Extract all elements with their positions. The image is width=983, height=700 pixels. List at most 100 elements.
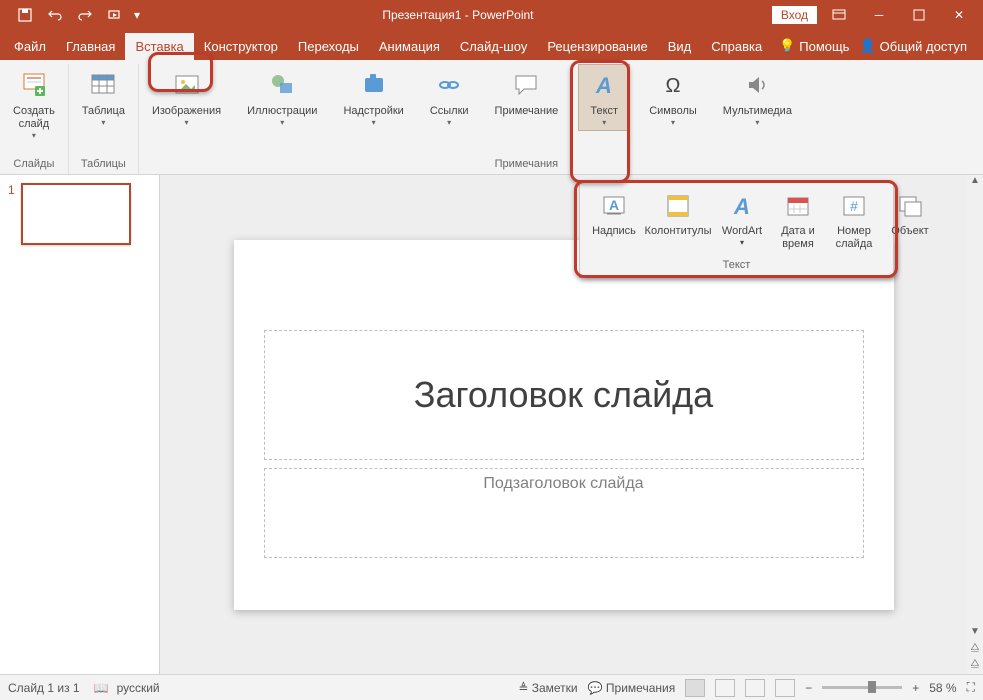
media-button[interactable]: Мультимедиа▾	[716, 64, 799, 131]
textbox-button[interactable]: A Надпись	[588, 189, 640, 253]
prev-slide-icon[interactable]: ⧋	[971, 642, 980, 658]
illustrations-button[interactable]: Иллюстрации▾	[240, 64, 324, 131]
tab-help[interactable]: Справка	[701, 33, 772, 60]
wordart-button[interactable]: A WordArt▾	[716, 189, 768, 253]
lightbulb-icon: 💡	[779, 38, 795, 54]
symbols-button[interactable]: Ω Символы▾	[642, 64, 704, 131]
images-icon	[171, 69, 203, 101]
zoom-in-icon[interactable]: +	[912, 681, 919, 695]
tab-design[interactable]: Конструктор	[194, 33, 288, 60]
datetime-button[interactable]: Дата и время	[772, 189, 824, 253]
tab-right-group: 💡 Помощь 👤Общий доступ	[779, 38, 979, 60]
tab-insert[interactable]: Вставка	[125, 33, 193, 60]
new-slide-button[interactable]: Создать слайд▾	[6, 64, 62, 144]
comments-button[interactable]: 💬 Примечания	[588, 681, 676, 695]
subtitle-text: Подзаголовок слайда	[483, 475, 643, 493]
titlebar: ▾ Презентация1 - PowerPoint Вход ─ ✕	[0, 0, 983, 30]
group-label-comments: Примечания	[495, 158, 559, 174]
images-button[interactable]: Изображения▾	[145, 64, 228, 131]
title-placeholder[interactable]: Заголовок слайда	[264, 330, 864, 460]
slidenumber-button[interactable]: # Номер слайда	[828, 189, 880, 253]
next-slide-icon[interactable]: ⧋	[971, 658, 980, 674]
tab-slideshow[interactable]: Слайд-шоу	[450, 33, 537, 60]
group-label-images	[185, 158, 188, 174]
spellcheck-icon[interactable]: 📖	[94, 681, 109, 695]
help-button[interactable]: 💡 Помощь	[779, 38, 849, 54]
tab-home[interactable]: Главная	[56, 33, 125, 60]
titlebar-right: Вход ─ ✕	[772, 0, 983, 30]
slide-sorter-view-icon[interactable]	[715, 679, 735, 697]
headerfooter-label: Колонтитулы	[645, 225, 712, 238]
language-indicator[interactable]: русский	[117, 681, 160, 695]
link-icon	[433, 69, 465, 101]
help-label: Помощь	[799, 39, 849, 54]
start-from-beginning-icon[interactable]	[100, 0, 130, 30]
thumbnail-item[interactable]: 1	[8, 183, 151, 245]
object-button[interactable]: Объект	[884, 189, 936, 253]
vertical-scrollbar[interactable]: ▲ ▼ ⧋ ⧋	[967, 175, 983, 674]
shapes-icon	[266, 69, 298, 101]
text-label: Текст	[590, 105, 618, 118]
group-label-symbols	[671, 158, 674, 174]
group-comments: Примечание Примечания	[482, 64, 573, 174]
comment-button[interactable]: Примечание	[488, 64, 566, 121]
comment-icon	[510, 69, 542, 101]
slide[interactable]: Заголовок слайда Подзаголовок слайда	[234, 240, 894, 610]
group-symbols: Ω Символы▾	[636, 64, 710, 174]
group-links: Ссылки▾	[417, 64, 482, 174]
object-icon	[895, 191, 925, 221]
headerfooter-icon	[663, 191, 693, 221]
media-label: Мультимедиа	[723, 105, 792, 118]
reading-view-icon[interactable]	[745, 679, 765, 697]
quick-access-toolbar: ▾	[0, 0, 144, 30]
title-text: Заголовок слайда	[414, 374, 713, 416]
normal-view-icon[interactable]	[685, 679, 705, 697]
text-button[interactable]: A Текст▾	[578, 64, 630, 131]
close-icon[interactable]: ✕	[941, 0, 977, 30]
subtitle-placeholder[interactable]: Подзаголовок слайда	[264, 468, 864, 558]
svg-text:A: A	[595, 73, 612, 97]
notes-button[interactable]: ≜ Заметки	[518, 681, 577, 695]
group-label-slides: Слайды	[13, 158, 54, 174]
zoom-level[interactable]: 58 %	[929, 681, 956, 695]
object-label: Объект	[891, 225, 928, 238]
group-label-illustrations	[281, 158, 284, 174]
flyout-group-label: Текст	[580, 253, 893, 277]
table-button[interactable]: Таблица▾	[75, 64, 132, 131]
datetime-label: Дата и время	[781, 225, 815, 251]
window-title: Презентация1 - PowerPoint	[144, 8, 772, 22]
zoom-out-icon[interactable]: −	[805, 681, 812, 695]
headerfooter-button[interactable]: Колонтитулы	[644, 189, 712, 253]
login-button[interactable]: Вход	[772, 6, 817, 24]
zoom-slider[interactable]	[822, 686, 902, 689]
tab-file[interactable]: Файл	[4, 33, 56, 60]
table-icon	[87, 69, 119, 101]
scroll-up-icon[interactable]: ▲	[970, 175, 980, 191]
tab-transitions[interactable]: Переходы	[288, 33, 369, 60]
textbox-icon: A	[599, 191, 629, 221]
tab-review[interactable]: Рецензирование	[537, 33, 657, 60]
redo-icon[interactable]	[70, 0, 100, 30]
tab-animation[interactable]: Анимация	[369, 33, 450, 60]
maximize-icon[interactable]	[901, 0, 937, 30]
ribbon-display-options-icon[interactable]	[821, 0, 857, 30]
slide-counter[interactable]: Слайд 1 из 1	[8, 681, 80, 695]
slidenumber-label: Номер слайда	[836, 225, 873, 251]
fit-to-window-icon[interactable]: ⛶	[967, 680, 975, 695]
undo-icon[interactable]	[40, 0, 70, 30]
tab-view[interactable]: Вид	[658, 33, 702, 60]
slide-thumbnail-pane[interactable]: 1	[0, 175, 160, 674]
thumbnail-preview[interactable]	[21, 183, 131, 245]
qat-dropdown-icon[interactable]: ▾	[130, 0, 144, 30]
minimize-icon[interactable]: ─	[861, 0, 897, 30]
group-tables: Таблица▾ Таблицы	[69, 64, 139, 174]
group-label-text	[603, 158, 606, 174]
group-label-media	[756, 158, 759, 174]
links-button[interactable]: Ссылки▾	[423, 64, 476, 131]
share-button[interactable]: 👤Общий доступ	[859, 38, 967, 54]
save-icon[interactable]	[10, 0, 40, 30]
scroll-down-icon[interactable]: ▼	[970, 626, 980, 642]
addins-button[interactable]: Надстройки▾	[336, 64, 410, 131]
text-icon: A	[588, 69, 620, 101]
slideshow-view-icon[interactable]	[775, 679, 795, 697]
